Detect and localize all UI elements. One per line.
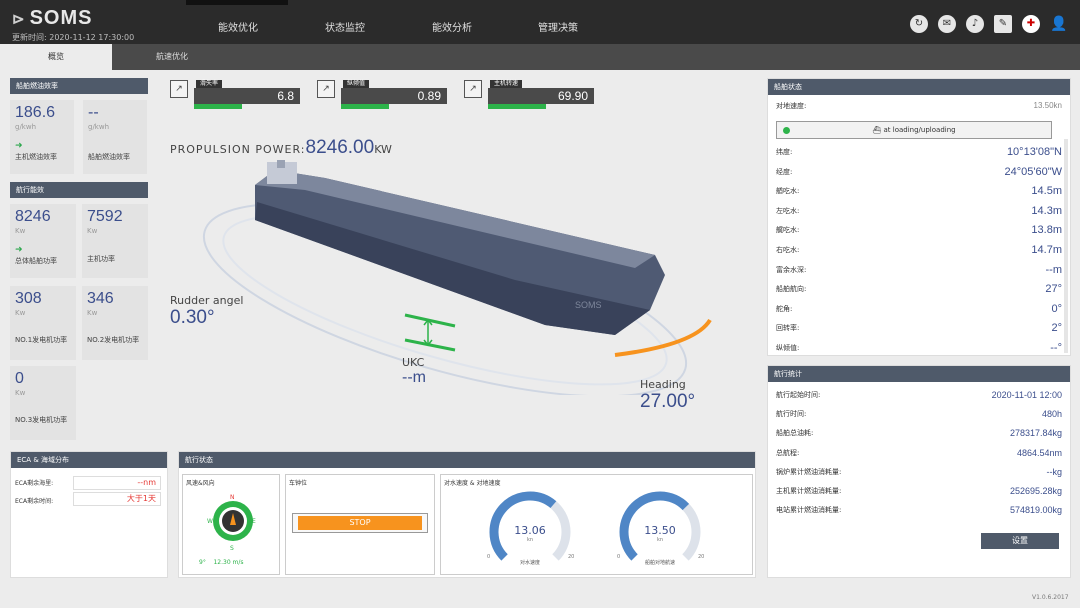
eca-title: ECA & 海域分布 xyxy=(11,452,167,468)
voyage-stats-panel: 航行统计 航行起始时间: 2020-11-01 12:00 航行时间: 480h 船舶总… xyxy=(767,365,1071,578)
telegraph-stop-indicator: STOP xyxy=(298,516,422,530)
mail-icon[interactable]: ✉ xyxy=(938,15,956,33)
logo: ⊳ SOMS xyxy=(12,7,93,29)
loading-status-box: ⛴ at loading/uploading xyxy=(776,121,1052,139)
sail-status-title: 航行状态 xyxy=(179,452,755,468)
list-item: 艏吃水: 14.5m xyxy=(776,185,1062,198)
scrollbar[interactable] xyxy=(1064,139,1068,353)
ship-status-title: 船舶状态 xyxy=(768,79,1070,95)
list-item: 右吃水: 14.7m xyxy=(776,244,1062,256)
rudder-angle: Rudder angel 0.30° xyxy=(170,294,244,328)
nav-management-decision[interactable]: 管理决策 xyxy=(538,19,578,34)
list-item: 主机累计燃油消耗量: 252695.28kg xyxy=(776,486,1062,496)
list-item: 左吃水: 14.3m xyxy=(776,204,1062,217)
eca-miles-value: --nm xyxy=(73,476,161,490)
engine-rpm-indicator: ↗ 69.90 主机转速 xyxy=(464,80,594,109)
generator3-power-card: 0 Kw NO.3发电机功率 xyxy=(10,366,76,440)
settings-button[interactable]: 设置 xyxy=(981,533,1059,549)
logo-mark-icon: ⊳ xyxy=(12,11,26,28)
tab-speed-optimization[interactable]: 航速优化 xyxy=(112,44,232,70)
sound-icon[interactable]: ♪ xyxy=(966,15,984,33)
ship-icon: ⛴ xyxy=(872,126,882,134)
nav-energy-optimization[interactable]: 能效优化 xyxy=(218,19,258,34)
list-item: 航行时间: 480h xyxy=(776,409,1062,420)
ground-speed-row: 对地速度: 13.50kn xyxy=(776,101,1062,110)
eca-time-label: ECA剩余时间: xyxy=(15,498,54,505)
list-item: 纵倾值: --° xyxy=(776,342,1062,354)
list-item: 回转率: 2° xyxy=(776,322,1062,335)
list-item: 舵角: 0° xyxy=(776,302,1062,315)
list-item: 总航程: 4864.54nm xyxy=(776,447,1062,458)
list-item: 船舶总油耗: 278317.84kg xyxy=(776,428,1062,439)
tab-overview[interactable]: 概览 xyxy=(0,44,112,70)
nav-status-monitoring[interactable]: 状态监控 xyxy=(325,19,365,34)
green-arrow-icon: ➜ xyxy=(15,141,23,151)
slip-rate-bar xyxy=(194,104,242,109)
list-item: 锅炉累计燃油消耗量: --kg xyxy=(776,466,1062,477)
list-item: 船舶航向: 27° xyxy=(776,283,1062,296)
list-item: 电站累计燃油消耗量: 574819.00kg xyxy=(776,505,1062,516)
trend-chart-icon[interactable]: ↗ xyxy=(464,80,482,98)
update-time: 更新时间: 2020-11-12 17:30:00 xyxy=(12,33,135,42)
list-item: 纬度: 10°13'08"N xyxy=(776,146,1062,158)
wind-box: 风速&风向 N S E W 9° 12.30 m/s xyxy=(182,474,280,575)
heading-readout: Heading 27.00° xyxy=(640,378,696,412)
navigation-energy-title: 航行能效 xyxy=(10,182,148,198)
speed-box: 对水速度 & 对地速度 13.06 kn 对水速度 0 20 13.50 kn … xyxy=(440,474,753,575)
generator2-power-card: 346 Kw NO.2发电机功率 xyxy=(82,286,148,360)
nav-efficiency-analysis[interactable]: 能效分析 xyxy=(432,19,472,34)
refresh-icon[interactable]: ↻ xyxy=(910,15,928,33)
ukc-readout: UKC --m xyxy=(402,356,426,386)
voyage-stats-title: 航行统计 xyxy=(768,366,1070,382)
propulsion-power: PROPULSION POWER:8246.00KW xyxy=(170,137,392,158)
wind-readout: 9° 12.30 m/s xyxy=(199,559,244,566)
ship-status-panel: 船舶状态 对地速度: 13.50kn ⛴ at loading/uploading… xyxy=(767,78,1071,356)
edit-icon[interactable]: ✎ xyxy=(994,15,1012,33)
eca-miles-label: ECA剩余海里: xyxy=(15,480,54,487)
eca-panel: ECA & 海域分布 ECA剩余海里: --nm ECA剩余时间: 大于1天 xyxy=(10,451,168,578)
status-green-dot-icon xyxy=(783,127,790,134)
list-item: 艉吃水: 13.8m xyxy=(776,224,1062,237)
telegraph-box: 车钟位 STOP xyxy=(285,474,435,575)
green-arrow-icon: ➜ xyxy=(15,245,23,255)
header-highlight-bar xyxy=(186,0,288,5)
slip-rate-indicator: ↗ 6.8 滑失率 xyxy=(170,80,300,109)
trim-indicator: ↗ 0.89 纵倾值 xyxy=(317,80,447,109)
version-label: V1.0.6.2017 xyxy=(1032,594,1069,601)
trim-bar xyxy=(341,104,389,109)
eca-time-value: 大于1天 xyxy=(73,492,161,506)
main-engine-power-card: 7592 Kw 主机功率 xyxy=(82,204,148,278)
ship-fuel-card: -- g/kwh 船舶燃油效率 xyxy=(83,100,147,174)
list-item: 航行起始时间: 2020-11-01 12:00 xyxy=(776,390,1062,400)
list-item: 富余水深: --m xyxy=(776,263,1062,276)
engine-rpm-bar xyxy=(488,104,546,109)
fuel-efficiency-title: 船舶燃油效率 xyxy=(10,78,148,94)
ship-illustration: SOMS xyxy=(202,160,712,395)
trend-chart-icon[interactable]: ↗ xyxy=(170,80,188,98)
ukc-marker xyxy=(404,313,456,352)
user-icon[interactable]: 👤 xyxy=(1050,15,1068,33)
list-item: 经度: 24°05'60"W xyxy=(776,165,1062,178)
main-engine-fuel-card: 186.6 g/kwh ➜ 主机燃油效率 xyxy=(10,100,74,174)
generator1-power-card: 308 Kw NO.1发电机功率 xyxy=(10,286,76,360)
svg-text:SOMS: SOMS xyxy=(575,300,602,310)
trend-chart-icon[interactable]: ↗ xyxy=(317,80,335,98)
total-power-card: 8246 Kw ➜ 总体船舶功率 xyxy=(10,204,76,278)
uk-flag-icon[interactable]: ✚ xyxy=(1022,15,1040,33)
sail-status-panel: 航行状态 风速&风向 N S E W 9° 12.30 m/s 车钟位 STOP… xyxy=(178,451,756,578)
